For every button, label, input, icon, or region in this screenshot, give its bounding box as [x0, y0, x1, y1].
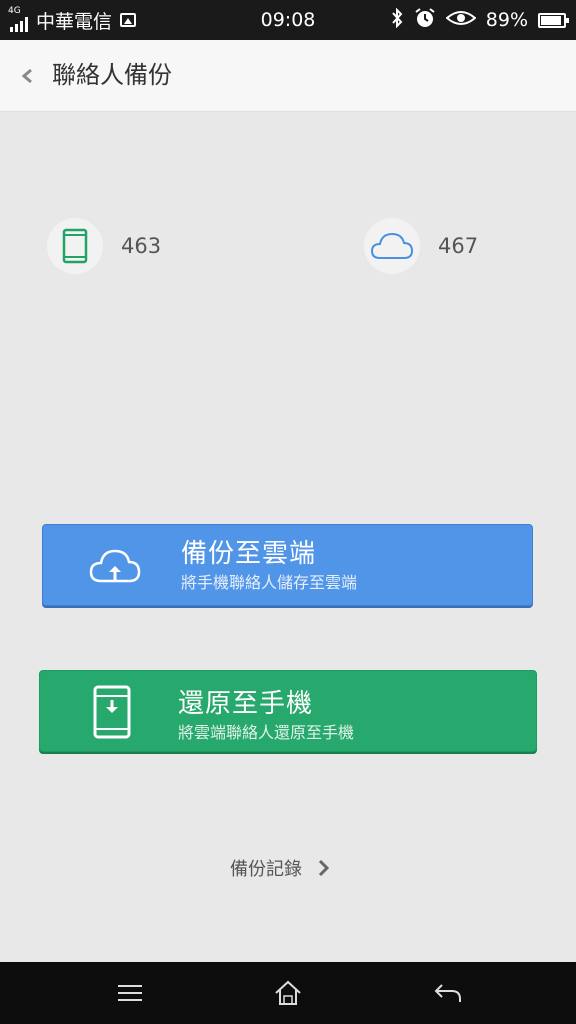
back-arrow-icon[interactable]	[428, 976, 468, 1010]
status-bar: 4G 中華電信 09:08 89%	[0, 0, 576, 40]
phone-count-value: 463	[121, 234, 162, 258]
chevron-right-icon	[318, 859, 330, 877]
alarm-icon	[414, 7, 436, 34]
navigation-bar	[0, 962, 576, 1024]
cloud-icon	[364, 218, 420, 274]
backup-subtitle: 將手機聯絡人儲存至雲端	[181, 573, 358, 592]
cloud-count-value: 467	[438, 234, 479, 258]
backup-history-label: 備份記錄	[230, 859, 302, 880]
chevron-left-icon[interactable]	[12, 58, 42, 94]
cloud-upload-icon	[89, 545, 141, 589]
home-icon[interactable]	[268, 976, 308, 1010]
restore-subtitle: 將雲端聯絡人還原至手機	[178, 723, 355, 742]
restore-title: 還原至手機	[178, 689, 314, 719]
backup-title: 備份至雲端	[181, 539, 317, 569]
battery-percent: 89%	[485, 9, 528, 31]
phone-contact-count: 463	[47, 218, 161, 274]
menu-icon[interactable]	[110, 976, 150, 1010]
page-title: 聯絡人備份	[52, 61, 172, 89]
eye-icon	[445, 9, 477, 32]
cloud-contact-count: 467	[364, 218, 478, 274]
restore-to-phone-button[interactable]: 還原至手機 將雲端聯絡人還原至手機	[39, 670, 537, 752]
backup-to-cloud-button[interactable]: 備份至雲端 將手機聯絡人儲存至雲端	[42, 524, 533, 606]
app-header: 聯絡人備份	[0, 40, 576, 112]
phone-icon	[47, 218, 103, 274]
battery-icon	[538, 12, 569, 28]
phone-download-icon	[92, 684, 132, 744]
bluetooth-icon	[390, 7, 404, 33]
backup-history-link[interactable]: 備份記錄	[230, 850, 330, 886]
